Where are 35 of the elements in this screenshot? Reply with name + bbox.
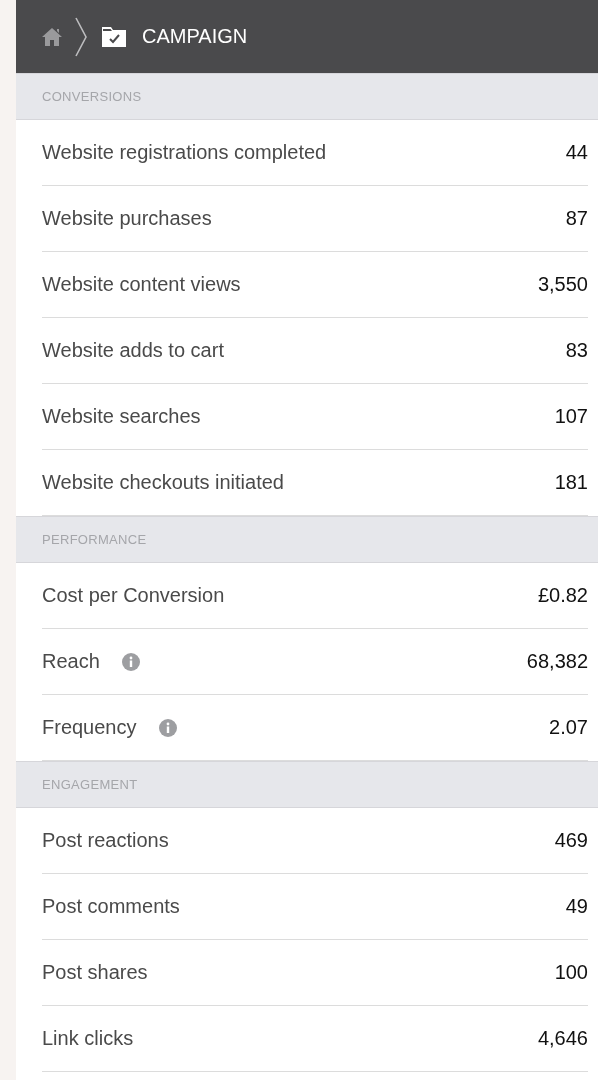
info-icon[interactable] — [158, 718, 177, 737]
section-title: CONVERSIONS — [42, 89, 142, 104]
metric-label: Cost per Conversion — [42, 584, 225, 607]
metric-value: 3,550 — [537, 273, 588, 296]
metric-value: 107 — [554, 405, 588, 428]
metric-value: 181 — [554, 471, 588, 494]
section-title: ENGAGEMENT — [42, 777, 138, 792]
page-title: CAMPAIGN — [142, 25, 248, 48]
metric-value: £0.82 — [537, 584, 588, 607]
metric-value: 83 — [565, 339, 588, 362]
metric-label: Post reactions — [42, 829, 169, 852]
metric-value: 469 — [554, 829, 588, 852]
folder-check-icon — [102, 26, 126, 47]
metric-label: Website purchases — [42, 207, 212, 230]
metric-value: 100 — [554, 961, 588, 984]
metric-label: Post shares — [42, 961, 148, 984]
section-title: PERFORMANCE — [42, 532, 147, 547]
metric-label: Website checkouts initiated — [42, 471, 284, 494]
metric-value: 4,646 — [537, 1027, 588, 1050]
metric-label: Website adds to cart — [42, 339, 224, 362]
metric-value: 2.07 — [549, 716, 588, 739]
metric-label: Post comments — [42, 895, 180, 918]
info-icon[interactable] — [121, 652, 140, 671]
metric-value: 68,382 — [526, 650, 588, 673]
metric-value: 44 — [565, 141, 588, 164]
metric-label: Frequency — [42, 716, 137, 739]
chevron-icon — [74, 16, 88, 57]
metric-label: Website searches — [42, 405, 201, 428]
home-icon[interactable] — [42, 27, 62, 46]
metric-label: Reach — [42, 650, 100, 673]
metric-value: 49 — [565, 895, 588, 918]
metric-value: 87 — [565, 207, 588, 230]
metric-label: Website content views — [42, 273, 241, 296]
metric-label: Website registrations completed — [42, 141, 327, 164]
metric-label: Link clicks — [42, 1027, 134, 1050]
